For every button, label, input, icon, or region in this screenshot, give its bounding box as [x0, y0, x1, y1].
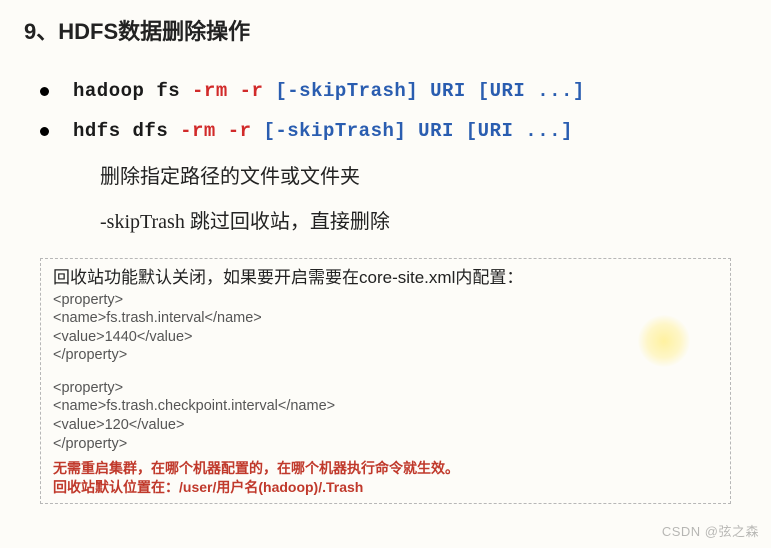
bullet-icon — [40, 87, 49, 96]
command-row: hdfs dfs -rm -r [-skipTrash] URI [URI ..… — [40, 120, 751, 142]
xml-line: <property> — [53, 291, 718, 310]
xml-line: <property> — [53, 379, 718, 398]
config-box: 回收站功能默认关闭，如果要开启需要在core-site.xml内配置： <pro… — [40, 258, 731, 504]
xml-line: </property> — [53, 435, 718, 454]
cmd-prefix: hadoop fs — [73, 80, 192, 102]
footnote-line: 无需重启集群，在哪个机器配置的，在哪个机器执行命令就生效。 — [53, 459, 718, 478]
section-title: 9、HDFS数据删除操作 — [24, 14, 751, 46]
command-text: hdfs dfs -rm -r [-skipTrash] URI [URI ..… — [73, 120, 573, 142]
cmd-flags: -rm -r — [180, 120, 263, 142]
watermark: CSDN @弦之森 — [662, 521, 759, 540]
xml-line: </property> — [53, 346, 718, 365]
cmd-flags: -rm -r — [192, 80, 275, 102]
command-list: hadoop fs -rm -r [-skipTrash] URI [URI .… — [40, 80, 751, 142]
cmd-args: [-skipTrash] URI [URI ...] — [275, 80, 584, 102]
command-row: hadoop fs -rm -r [-skipTrash] URI [URI .… — [40, 80, 751, 102]
command-text: hadoop fs -rm -r [-skipTrash] URI [URI .… — [73, 80, 585, 102]
description-line: -skipTrash 跳过回收站，直接删除 — [100, 205, 751, 234]
xml-line: <name>fs.trash.interval</name> — [53, 309, 718, 328]
config-intro: 回收站功能默认关闭，如果要开启需要在core-site.xml内配置： — [53, 267, 718, 289]
footnote: 无需重启集群，在哪个机器配置的，在哪个机器执行命令就生效。 回收站默认位置在：/… — [53, 459, 718, 497]
xml-line: <value>1440</value> — [53, 328, 718, 347]
bullet-icon — [40, 127, 49, 136]
cmd-prefix: hdfs dfs — [73, 120, 180, 142]
xml-line: <name>fs.trash.checkpoint.interval</name… — [53, 397, 718, 416]
cmd-args: [-skipTrash] URI [URI ...] — [263, 120, 572, 142]
footnote-line: 回收站默认位置在：/user/用户名(hadoop)/.Trash — [53, 478, 718, 497]
description-line: 删除指定路径的文件或文件夹 — [100, 160, 751, 189]
xml-line: <value>120</value> — [53, 416, 718, 435]
